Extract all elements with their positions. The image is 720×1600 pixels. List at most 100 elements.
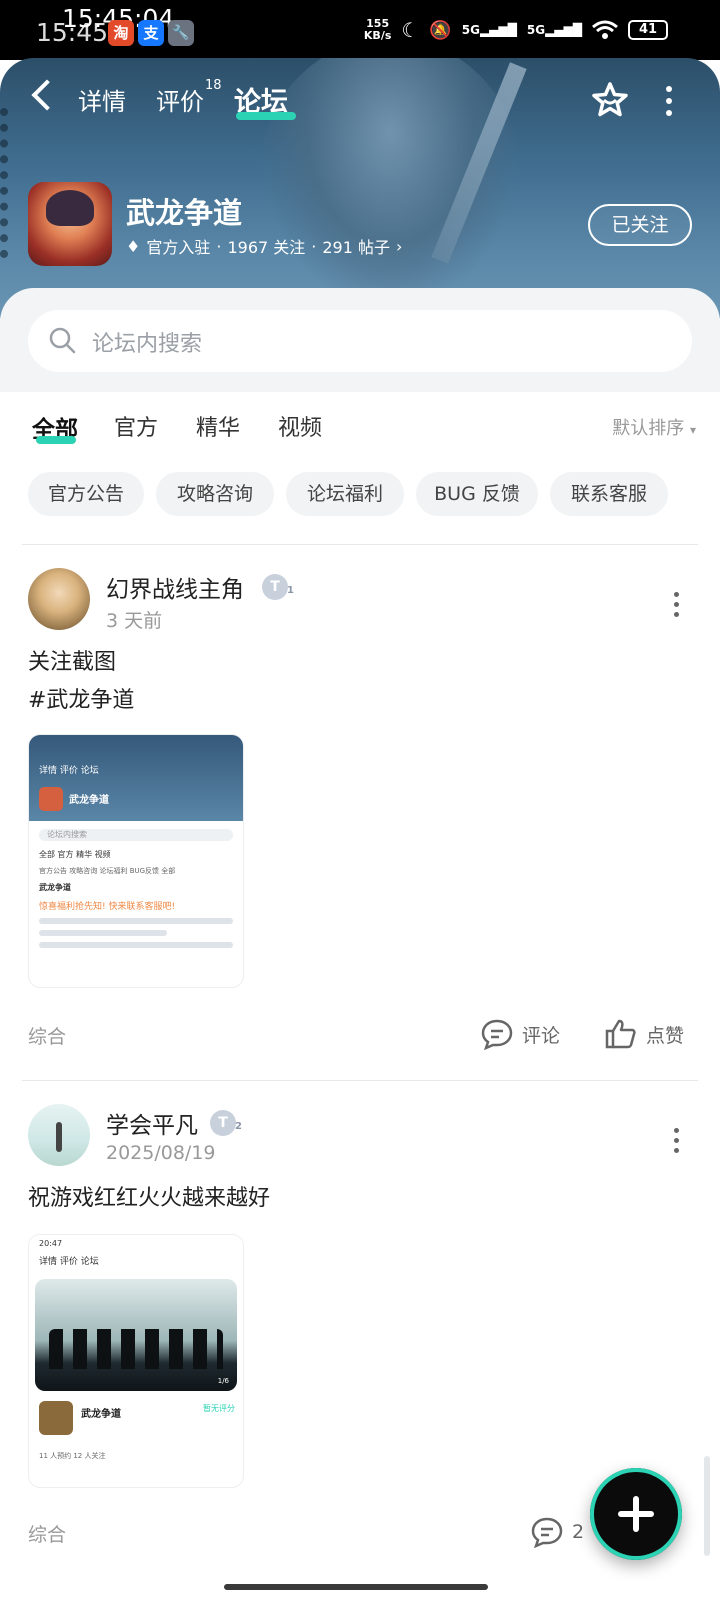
tool-app-icon: 🔧 bbox=[168, 20, 194, 46]
thumb-header: 详情 评价 论坛 武龙争道 bbox=[29, 735, 243, 821]
mute-bell-icon: 🔕 bbox=[429, 19, 452, 41]
alipay-app-icon: 支 bbox=[138, 20, 164, 46]
caret-down-icon: ▾ bbox=[689, 423, 696, 437]
chevron-right-icon: › bbox=[396, 236, 403, 256]
home-indicator[interactable] bbox=[224, 1584, 488, 1590]
chip-announcements[interactable]: 官方公告 bbox=[28, 472, 144, 516]
chip-contact-service[interactable]: 联系客服 bbox=[550, 472, 668, 516]
post-time: 3 天前 bbox=[106, 610, 163, 632]
followed-button[interactable]: 已关注 bbox=[588, 204, 692, 246]
filter-tab-featured[interactable]: 精华 bbox=[196, 410, 240, 442]
filter-active-indicator bbox=[36, 436, 76, 444]
thumb-chips: 官方公告 攻略咨询 论坛福利 BUG反馈 全部 bbox=[39, 867, 176, 875]
post-more-icon[interactable] bbox=[673, 592, 679, 622]
more-options-icon[interactable] bbox=[665, 86, 673, 116]
scrollbar[interactable] bbox=[704, 1456, 710, 1556]
sort-label: 默认排序 bbox=[612, 418, 685, 439]
moon-icon: ☾ bbox=[401, 18, 420, 42]
meta-separator: · bbox=[216, 236, 222, 256]
like-button[interactable]: 点赞 bbox=[604, 1018, 684, 1050]
meta-separator: · bbox=[311, 236, 317, 256]
thumb-game-title: 武龙争道 bbox=[69, 795, 109, 806]
official-badge: 官方入驻 bbox=[146, 238, 211, 257]
divider bbox=[22, 544, 698, 545]
thumb-rating: 暂无评分 bbox=[203, 1404, 235, 1413]
search-input[interactable]: 论坛内搜索 bbox=[28, 310, 692, 372]
network-speed: 155 KB/s bbox=[363, 17, 392, 42]
battery-indicator: 41 bbox=[628, 20, 668, 40]
comment-button[interactable]: 评论 bbox=[480, 1018, 560, 1050]
signal-5g-2: 5G▂▄▆█ bbox=[526, 23, 582, 37]
game-meta[interactable]: ♦ 官方入驻 · 1967 关注 · 291 帖子 › bbox=[126, 234, 402, 258]
post-image[interactable]: 详情 评价 论坛 武龙争道 论坛内搜索 全部 官方 精华 视频 官方公告 攻略咨… bbox=[28, 734, 244, 988]
thumb-tabs: 详情 评价 论坛 bbox=[39, 1257, 99, 1267]
thumb-stats: 11 人预约 12 人关注 bbox=[39, 1452, 106, 1460]
thumb-post-author: 武龙争道 bbox=[39, 883, 71, 892]
search-placeholder: 论坛内搜索 bbox=[92, 332, 203, 357]
comment-label: 评论 bbox=[522, 1024, 561, 1047]
post-category[interactable]: 综合 bbox=[28, 1022, 66, 1049]
chip-bug-report[interactable]: BUG 反馈 bbox=[416, 472, 538, 516]
post-line: 关注截图 bbox=[28, 650, 117, 675]
status-bar: 15:45 15:45:04 淘 支 🔧 155 KB/s ☾ 🔕 5G▂▄▆█ … bbox=[0, 0, 720, 60]
search-icon bbox=[49, 327, 76, 354]
follower-count: 1967 关注 bbox=[227, 238, 306, 257]
post-image[interactable]: 20:47 详情 评价 论坛 1/6 武龙争道 暂无评分 11 人预约 12 人… bbox=[28, 1234, 244, 1488]
filter-tab-video[interactable]: 视频 bbox=[278, 410, 322, 442]
game-title: 武龙争道 bbox=[126, 196, 243, 230]
filter-tab-official[interactable]: 官方 bbox=[114, 410, 158, 442]
divider bbox=[22, 1080, 698, 1081]
thumb-game-title: 武龙争道 bbox=[81, 1409, 121, 1420]
level-badge: T2 bbox=[210, 1110, 242, 1136]
thumb-game-row: 武龙争道 暂无评分 bbox=[29, 1391, 243, 1451]
post-category[interactable]: 综合 bbox=[28, 1520, 66, 1547]
hero-artwork bbox=[260, 58, 520, 308]
thumb-tabs: 详情 评价 论坛 bbox=[39, 766, 99, 776]
like-label: 点赞 bbox=[646, 1024, 685, 1047]
thumb-line bbox=[39, 918, 233, 924]
favorite-star-icon[interactable] bbox=[590, 80, 630, 120]
avatar-figure bbox=[56, 1122, 62, 1152]
diamond-icon: ♦ bbox=[126, 236, 141, 256]
thumb-page: 1/6 bbox=[217, 1377, 229, 1385]
post-more-icon[interactable] bbox=[673, 1128, 679, 1158]
level-badge: T1 bbox=[262, 574, 294, 600]
comment-icon bbox=[531, 1517, 563, 1548]
comment-count: 2 bbox=[572, 1521, 585, 1543]
thumb-search: 论坛内搜索 bbox=[39, 829, 233, 841]
thumb-line bbox=[39, 942, 233, 948]
wifi-icon bbox=[592, 20, 618, 39]
chip-strategy[interactable]: 攻略咨询 bbox=[156, 472, 274, 516]
signal-5g-1: 5G▂▄▆█ bbox=[461, 23, 517, 37]
chip-benefits[interactable]: 论坛福利 bbox=[286, 472, 404, 516]
post-body[interactable]: 关注截图 #武龙争道 bbox=[28, 644, 134, 720]
post-count: 291 帖子 bbox=[322, 238, 390, 257]
avatar[interactable] bbox=[28, 1104, 90, 1166]
sort-dropdown[interactable]: 默认排序 ▾ bbox=[612, 414, 696, 440]
taobao-app-icon: 淘 bbox=[108, 20, 134, 46]
thumb-headline: 惊喜福利抢先知! 快来联系客服吧! bbox=[39, 902, 176, 912]
reviews-count-badge: 18 bbox=[205, 78, 222, 93]
post-line: 祝游戏红红火火越来越好 bbox=[28, 1186, 271, 1211]
avatar[interactable] bbox=[28, 568, 90, 630]
create-post-button[interactable] bbox=[590, 1468, 682, 1560]
thumb-artwork: 1/6 bbox=[35, 1279, 237, 1391]
thumb-game-icon bbox=[39, 1401, 73, 1435]
post-hashtag[interactable]: #武龙争道 bbox=[28, 682, 134, 720]
thumbs-up-icon bbox=[605, 1019, 636, 1049]
post-author[interactable]: 学会平凡 bbox=[106, 1106, 198, 1140]
comment-button[interactable]: 2 bbox=[530, 1516, 584, 1548]
thumb-game-icon bbox=[39, 787, 63, 811]
tab-details[interactable]: 详情 bbox=[78, 82, 126, 117]
thumb-line bbox=[39, 930, 168, 936]
comment-icon bbox=[481, 1019, 513, 1050]
tab-reviews[interactable]: 评价 bbox=[156, 82, 204, 117]
post-body[interactable]: 祝游戏红红火火越来越好 bbox=[28, 1180, 270, 1218]
tab-active-indicator bbox=[236, 112, 296, 120]
game-icon[interactable] bbox=[28, 182, 112, 266]
thumb-time: 20:47 bbox=[39, 1239, 63, 1248]
thumb-silhouettes bbox=[49, 1329, 223, 1369]
thumb-filters: 全部 官方 精华 视频 bbox=[39, 850, 111, 859]
post-author[interactable]: 幻界战线主角 bbox=[106, 570, 244, 604]
thumb-header: 20:47 详情 评价 论坛 bbox=[29, 1235, 243, 1279]
